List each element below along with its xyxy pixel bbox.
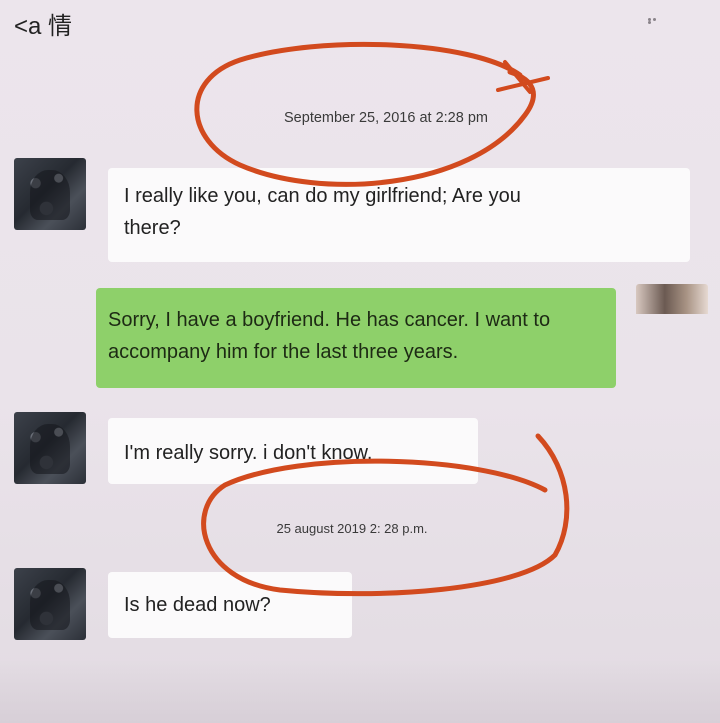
message-text-line: there? (124, 217, 181, 239)
user-avatar[interactable] (636, 284, 708, 314)
back-button[interactable]: <a 情 (14, 6, 72, 41)
message-bubble-incoming[interactable]: I'm really sorry. i don't know. (108, 418, 478, 484)
message-bubble-outgoing[interactable]: Sorry, I have a boyfriend. He has cancer… (96, 288, 616, 388)
message-text-line: Is he dead now? (124, 594, 271, 616)
message-text-line: I really like you, can do my girlfriend;… (124, 185, 521, 207)
chat-header: <a 情 (0, 0, 720, 41)
message-text-line: Sorry, I have a boyfriend. He has cancer… (108, 309, 551, 331)
contact-avatar[interactable] (14, 568, 86, 640)
message-bubble-incoming[interactable]: Is he dead now? (108, 572, 352, 638)
annotation-x-mark (496, 60, 550, 94)
message-bubble-incoming[interactable]: I really like you, can do my girlfriend;… (108, 168, 690, 262)
message-text-line: I'm really sorry. i don't know. (124, 442, 373, 464)
more-dots-icon[interactable] (648, 18, 662, 24)
input-bar-area (0, 660, 720, 723)
message-text-line: accompany him for the last three years. (108, 341, 459, 363)
contact-avatar[interactable] (14, 412, 86, 484)
contact-avatar[interactable] (14, 158, 86, 230)
timestamp-first: September 25, 2016 at 2:28 pm (284, 110, 488, 126)
timestamp-second: 25 august 2019 2: 28 p.m. (276, 521, 428, 536)
